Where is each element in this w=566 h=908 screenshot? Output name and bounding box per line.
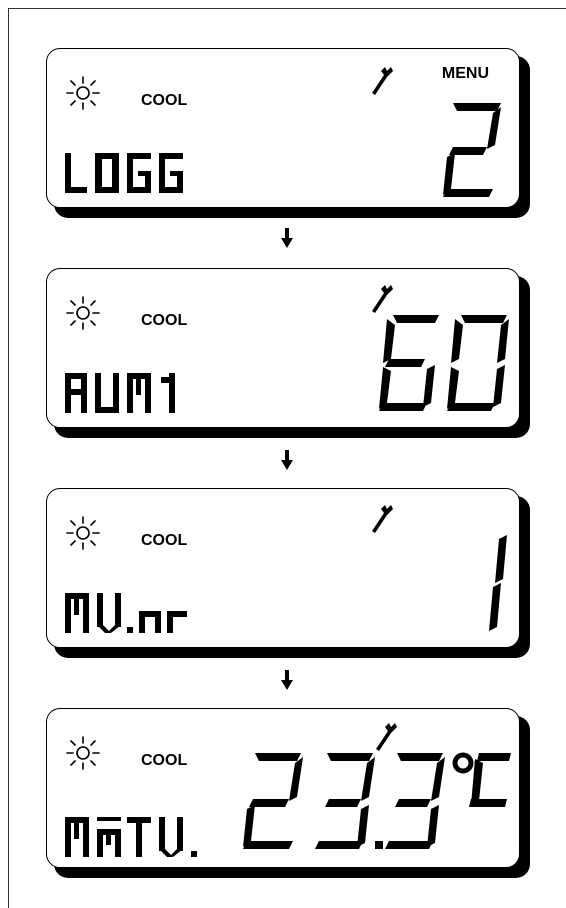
wrench-icon [372, 505, 393, 533]
lcd-panel-4: COOL [46, 708, 530, 878]
down-arrow-icon [281, 670, 293, 690]
lcd-left-text [65, 593, 187, 633]
sun-icon [66, 296, 100, 330]
lcd-left-text [65, 153, 183, 193]
wrench-icon [372, 67, 393, 95]
panel-face: COOL [46, 708, 520, 868]
lcd-right-value [443, 103, 501, 197]
wrench-icon [372, 285, 393, 313]
mode-label: COOL [141, 92, 188, 109]
mode-label: COOL [141, 752, 188, 769]
lcd-right-value [379, 315, 509, 411]
sun-icon [66, 516, 100, 550]
lcd-panel-3: COOL [46, 488, 530, 658]
sun-icon [66, 736, 100, 770]
frame-top-border [8, 8, 566, 9]
sun-icon [66, 76, 100, 110]
lcd-right-value [243, 752, 511, 849]
panel-face: COOL [46, 488, 520, 648]
panel-face: COOL MENU [46, 48, 520, 208]
wrench-icon [376, 723, 397, 751]
lcd-left-text [65, 373, 175, 413]
down-arrow-icon [281, 228, 293, 248]
down-arrow-icon [281, 450, 293, 470]
panel-face: COOL [46, 268, 520, 428]
lcd-right-value [489, 535, 507, 631]
menu-label: MENU [441, 65, 489, 82]
frame-left-border [8, 8, 9, 908]
lcd-panel-2: COOL [46, 268, 530, 438]
mode-label: COOL [141, 312, 188, 329]
lcd-left-text [65, 817, 197, 857]
mode-label: COOL [141, 532, 188, 549]
lcd-panel-1: COOL MENU [46, 48, 530, 218]
